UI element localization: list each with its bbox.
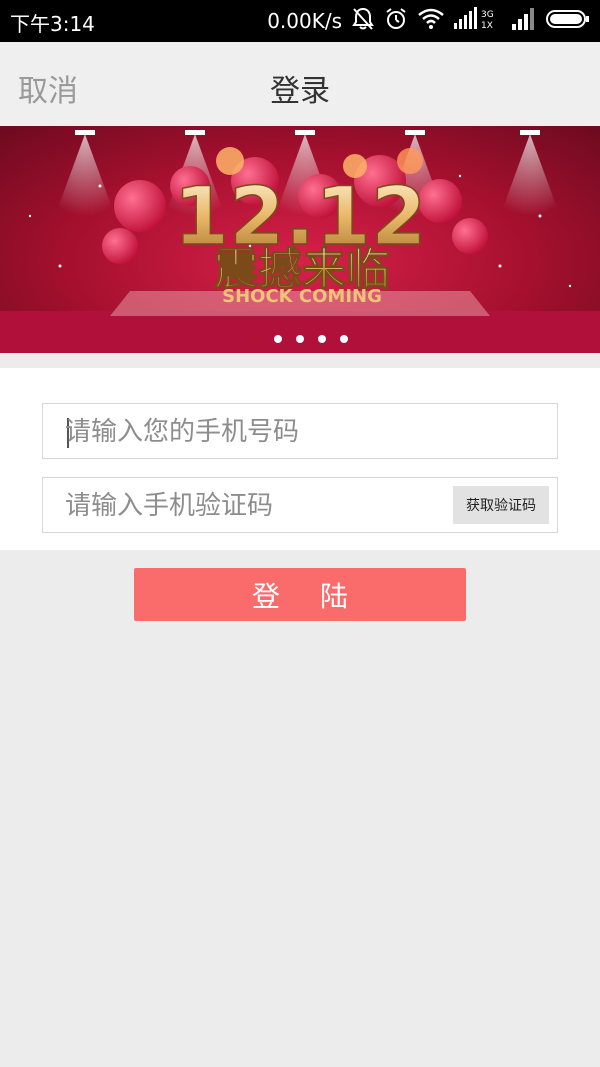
battery-icon [546,8,590,34]
status-icons: 0.00K/s 3G 1X [267,6,590,36]
pagination-dot[interactable] [296,335,304,343]
alarm-icon [384,7,408,35]
banner-headline-en: SHOCK COMING [222,286,382,307]
status-bar: 下午3:14 0.00K/s 3G 1X [0,0,600,42]
banner-pagination [0,335,600,343]
network-speed: 0.00K/s [267,9,342,33]
code-field[interactable]: 获取验证码 [42,477,558,534]
signal-icon: 3G 1X [454,7,502,35]
signal-icon [512,8,536,34]
phone-field[interactable] [42,403,558,460]
network-type-bottom: 1X [481,21,493,31]
login-button[interactable]: 登陆 [134,568,466,621]
verification-code-input[interactable] [65,478,445,534]
mute-bell-icon [352,7,374,35]
login-form: 获取验证码 [0,368,600,550]
status-time: 下午3:14 [10,12,95,36]
pagination-dot[interactable] [252,335,260,343]
get-code-button[interactable]: 获取验证码 [453,486,549,524]
pagination-dot[interactable] [340,335,348,343]
phone-input[interactable] [65,404,445,460]
network-type-top: 3G [481,10,494,20]
nav-header: 取消 登录 [0,42,600,126]
banner-artwork: 12.12 震撼来临 SHOCK COMING [0,130,600,353]
promo-banner[interactable]: 12.12 震撼来临 SHOCK COMING [0,126,600,353]
page-title: 登录 [270,74,330,109]
wifi-icon [418,8,444,34]
pagination-dot[interactable] [274,335,282,343]
pagination-dot[interactable] [318,335,326,343]
